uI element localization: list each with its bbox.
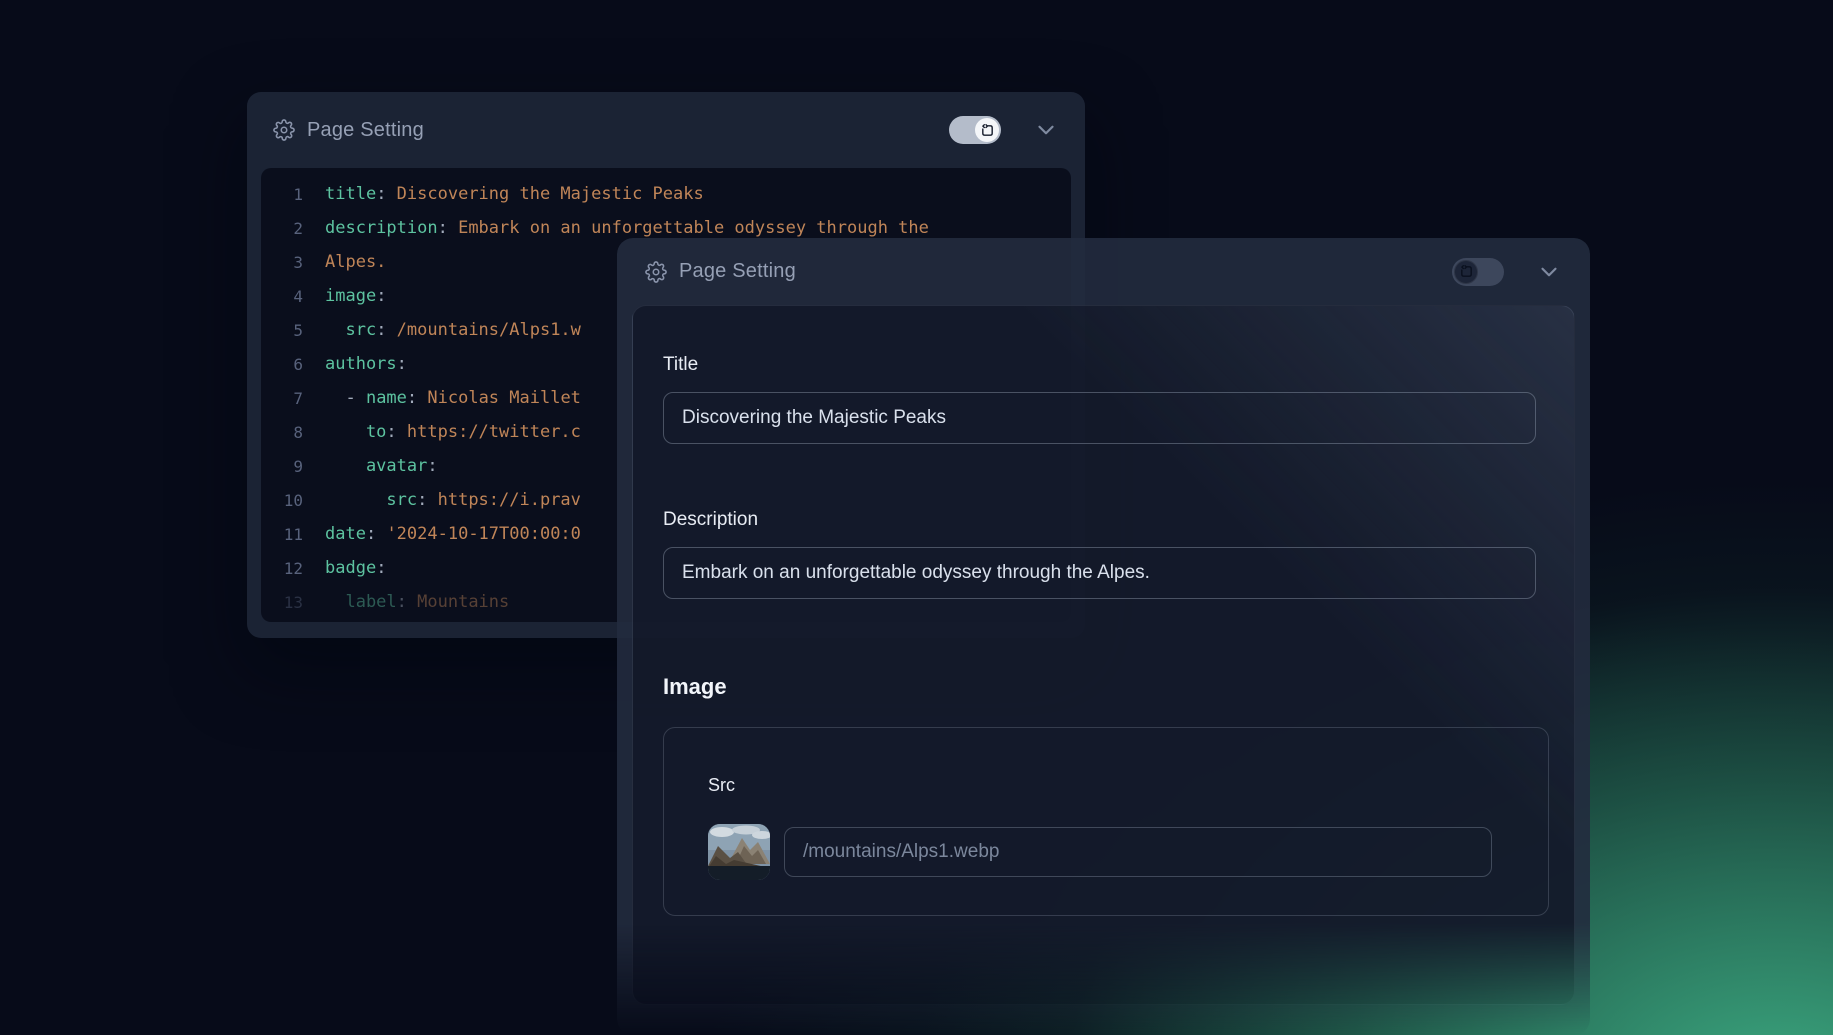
- form-panel-header: Page Setting: [617, 238, 1590, 305]
- line-number: 5: [273, 321, 303, 340]
- image-group: Src: [663, 727, 1549, 916]
- src-label: Src: [708, 774, 1548, 797]
- title-label: Title: [663, 306, 1574, 376]
- code-panel-title: Page Setting: [307, 119, 424, 142]
- code-view-icon: [1459, 264, 1474, 279]
- gear-icon: [273, 119, 295, 141]
- line-number: 6: [273, 355, 303, 374]
- chevron-down-icon[interactable]: [1033, 117, 1059, 143]
- line-number: 7: [273, 389, 303, 408]
- line-number: 11: [273, 525, 303, 544]
- title-input[interactable]: [663, 392, 1536, 444]
- code-view-icon: [980, 123, 995, 138]
- src-input[interactable]: [784, 827, 1492, 877]
- line-number: 13: [273, 593, 303, 612]
- code-view-toggle[interactable]: [949, 116, 1001, 144]
- chevron-down-icon[interactable]: [1536, 259, 1562, 285]
- line-number: 4: [273, 287, 303, 306]
- line-number: 9: [273, 457, 303, 476]
- form-card: Title Description Image Src: [632, 305, 1575, 1005]
- line-number: 2: [273, 219, 303, 238]
- toggle-knob: [1454, 260, 1478, 284]
- line-number: 1: [273, 185, 303, 204]
- code-panel-header: Page Setting: [247, 92, 1085, 168]
- image-section-heading: Image: [663, 673, 1574, 701]
- description-label: Description: [663, 508, 1574, 531]
- line-number: 8: [273, 423, 303, 442]
- src-row: [708, 824, 1548, 880]
- code-line: 1title: Discovering the Majestic Peaks: [261, 177, 1071, 211]
- form-panel: Page Setting Title Description Im: [617, 238, 1590, 1035]
- line-number: 12: [273, 559, 303, 578]
- line-number: 10: [273, 491, 303, 510]
- toggle-knob: [975, 118, 999, 142]
- code-view-toggle[interactable]: [1452, 258, 1504, 286]
- gear-icon: [645, 261, 667, 283]
- line-number: 3: [273, 253, 303, 272]
- description-input[interactable]: [663, 547, 1536, 599]
- mountain-photo-thumbnail[interactable]: [708, 824, 770, 880]
- form-panel-title: Page Setting: [679, 260, 796, 283]
